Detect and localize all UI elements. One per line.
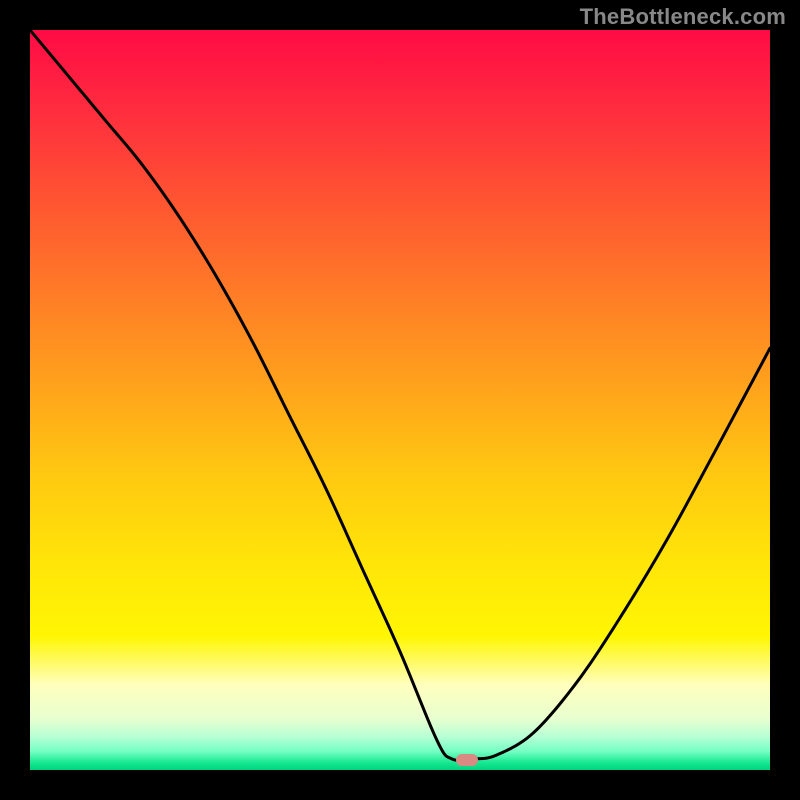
chart-frame: TheBottleneck.com bbox=[0, 0, 800, 800]
optimum-marker bbox=[456, 754, 478, 766]
background-gradient bbox=[30, 30, 770, 770]
watermark-text: TheBottleneck.com bbox=[580, 4, 786, 30]
plot-area bbox=[30, 30, 770, 770]
